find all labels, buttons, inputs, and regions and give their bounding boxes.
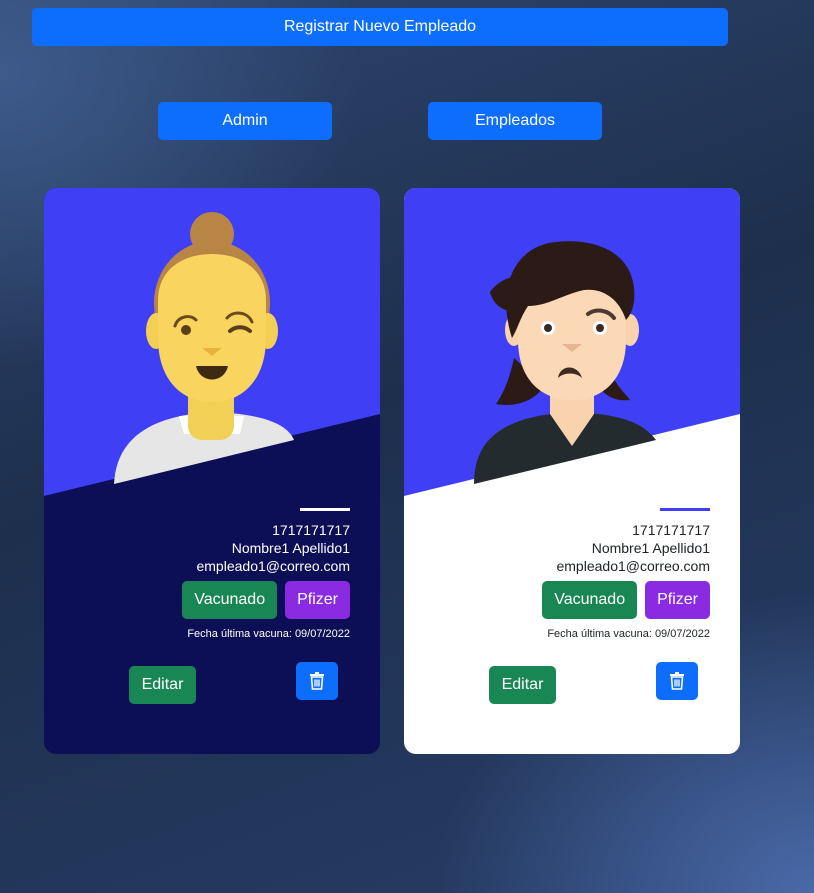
admin-button[interactable]: Admin [158, 102, 332, 140]
delete-button[interactable] [656, 662, 698, 700]
vaccine-date: Fecha última vacuna: 09/07/2022 [547, 628, 710, 640]
employee-name: Nombre1 Apellido1 [591, 540, 710, 556]
edit-button[interactable]: Editar [489, 666, 556, 704]
employee-name: Nombre1 Apellido1 [231, 540, 350, 556]
employee-info: 1717171717 Nombre1 Apellido1 empleado1@c… [60, 508, 350, 643]
employee-id: 1717171717 [272, 522, 350, 538]
employee-card: 1717171717 Nombre1 Apellido1 empleado1@c… [404, 188, 740, 754]
vaccine-type-badge: Pfizer [645, 581, 710, 619]
vaccine-type-badge: Pfizer [285, 581, 350, 619]
employee-id: 1717171717 [632, 522, 710, 538]
divider [660, 508, 710, 511]
trash-icon [670, 672, 684, 690]
vaccine-status-badge: Vacunado [542, 581, 638, 619]
employee-email: empleado1@correo.com [556, 558, 710, 574]
delete-button[interactable] [296, 662, 338, 700]
trash-icon [310, 672, 324, 690]
divider [300, 508, 350, 511]
employee-email: empleado1@correo.com [196, 558, 350, 574]
register-employee-button[interactable]: Registrar Nuevo Empleado [32, 8, 728, 46]
empleados-button[interactable]: Empleados [428, 102, 602, 140]
vaccine-date: Fecha última vacuna: 09/07/2022 [187, 628, 350, 640]
vaccine-status-badge: Vacunado [182, 581, 278, 619]
edit-button[interactable]: Editar [129, 666, 196, 704]
employee-card: 1717171717 Nombre1 Apellido1 empleado1@c… [44, 188, 380, 754]
employee-info: 1717171717 Nombre1 Apellido1 empleado1@c… [420, 508, 710, 643]
